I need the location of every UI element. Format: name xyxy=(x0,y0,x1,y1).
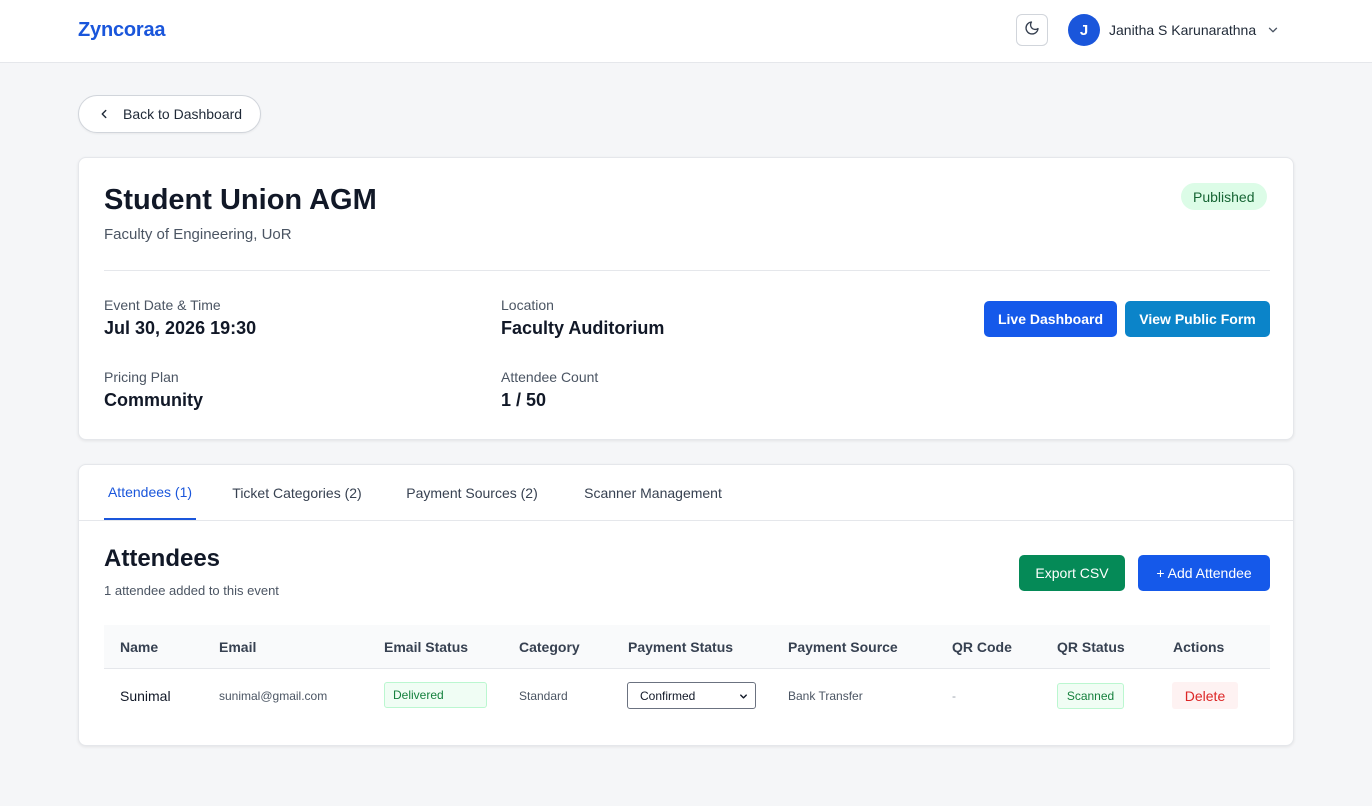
theme-toggle-button[interactable] xyxy=(1016,14,1048,46)
email-status-badge: Delivered xyxy=(384,682,487,708)
payment-status-select[interactable]: Confirmed xyxy=(627,682,756,709)
payment-status-value: Confirmed xyxy=(640,688,696,703)
attendee-name: Sunimal xyxy=(120,688,171,704)
top-navigation-bar: Zyncoraa J Janitha S Karunarathna xyxy=(0,0,1372,63)
event-details-card: Student Union AGM Faculty of Engineering… xyxy=(78,157,1294,440)
column-header: Payment Source xyxy=(788,639,898,655)
attendee-email: sunimal@gmail.com xyxy=(219,689,328,703)
payment-source: Bank Transfer xyxy=(788,689,863,703)
column-header: Category xyxy=(519,639,580,655)
field-label: Attendee Count xyxy=(501,369,599,385)
column-header: Payment Status xyxy=(628,639,734,655)
view-public-form-button[interactable]: View Public Form xyxy=(1125,301,1270,337)
qr-status-badge: Scanned xyxy=(1057,683,1124,709)
location-field: Location Faculty Auditorium xyxy=(501,297,664,339)
tab-ticket-categories[interactable]: Ticket Categories (2) xyxy=(227,465,367,520)
attendee-count-field: Attendee Count 1 / 50 xyxy=(501,369,598,411)
event-date-value: Jul 30, 2026 19:30 xyxy=(104,318,257,338)
location-value: Faculty Auditorium xyxy=(501,318,665,338)
event-organizer: Faculty of Engineering, UoR xyxy=(104,226,292,243)
chevron-down-icon xyxy=(1266,23,1280,37)
column-header: QR Status xyxy=(1057,639,1125,655)
event-date-field: Event Date & Time Jul 30, 2026 19:30 xyxy=(104,297,256,339)
attendee-count-value: 1 / 50 xyxy=(501,390,547,410)
delete-attendee-button[interactable]: Delete xyxy=(1172,682,1238,709)
tab-bar: Attendees (1) Ticket Categories (2) Paym… xyxy=(79,465,1293,521)
tab-payment-sources[interactable]: Payment Sources (2) xyxy=(402,465,542,520)
chevron-down-icon xyxy=(738,691,749,702)
user-menu[interactable]: J Janitha S Karunarathna xyxy=(1068,14,1280,46)
user-name: Janitha S Karunarathna xyxy=(1109,22,1257,38)
pricing-plan-value: Community xyxy=(104,390,203,410)
table-row: Sunimal sunimal@gmail.com Delivered Stan… xyxy=(104,669,1270,724)
divider xyxy=(104,270,1270,271)
moon-icon xyxy=(1024,20,1040,41)
column-header: Email xyxy=(219,639,257,655)
brand-logo[interactable]: Zyncoraa xyxy=(78,19,166,42)
field-label: Event Date & Time xyxy=(104,297,221,313)
column-header: QR Code xyxy=(952,639,1012,655)
section-subtitle: 1 attendee added to this event xyxy=(104,583,279,598)
tab-attendees[interactable]: Attendees (1) xyxy=(104,465,196,520)
column-header: Name xyxy=(120,639,159,655)
live-dashboard-button[interactable]: Live Dashboard xyxy=(984,301,1117,337)
section-title: Attendees xyxy=(104,545,221,572)
back-button-label: Back to Dashboard xyxy=(123,106,243,122)
event-title: Student Union AGM xyxy=(104,184,377,216)
pricing-plan-field: Pricing Plan Community xyxy=(104,369,203,411)
avatar: J xyxy=(1068,14,1100,46)
event-management-card: Attendees (1) Ticket Categories (2) Paym… xyxy=(78,464,1294,746)
column-header: Actions xyxy=(1173,639,1225,655)
tab-scanner-management[interactable]: Scanner Management xyxy=(577,465,729,520)
status-badge: Published xyxy=(1181,183,1267,210)
chevron-left-icon xyxy=(97,107,111,121)
field-label: Pricing Plan xyxy=(104,369,179,385)
back-to-dashboard-button[interactable]: Back to Dashboard xyxy=(78,95,261,133)
qr-code-value: - xyxy=(952,689,956,703)
field-label: Location xyxy=(501,297,554,313)
column-header: Email Status xyxy=(384,639,469,655)
export-csv-button[interactable]: Export CSV xyxy=(1019,555,1125,591)
table-header: Name Email Email Status Category Payment… xyxy=(104,625,1270,669)
add-attendee-button[interactable]: + Add Attendee xyxy=(1138,555,1270,591)
attendee-category: Standard xyxy=(519,689,568,703)
attendees-table: Name Email Email Status Category Payment… xyxy=(104,625,1270,724)
